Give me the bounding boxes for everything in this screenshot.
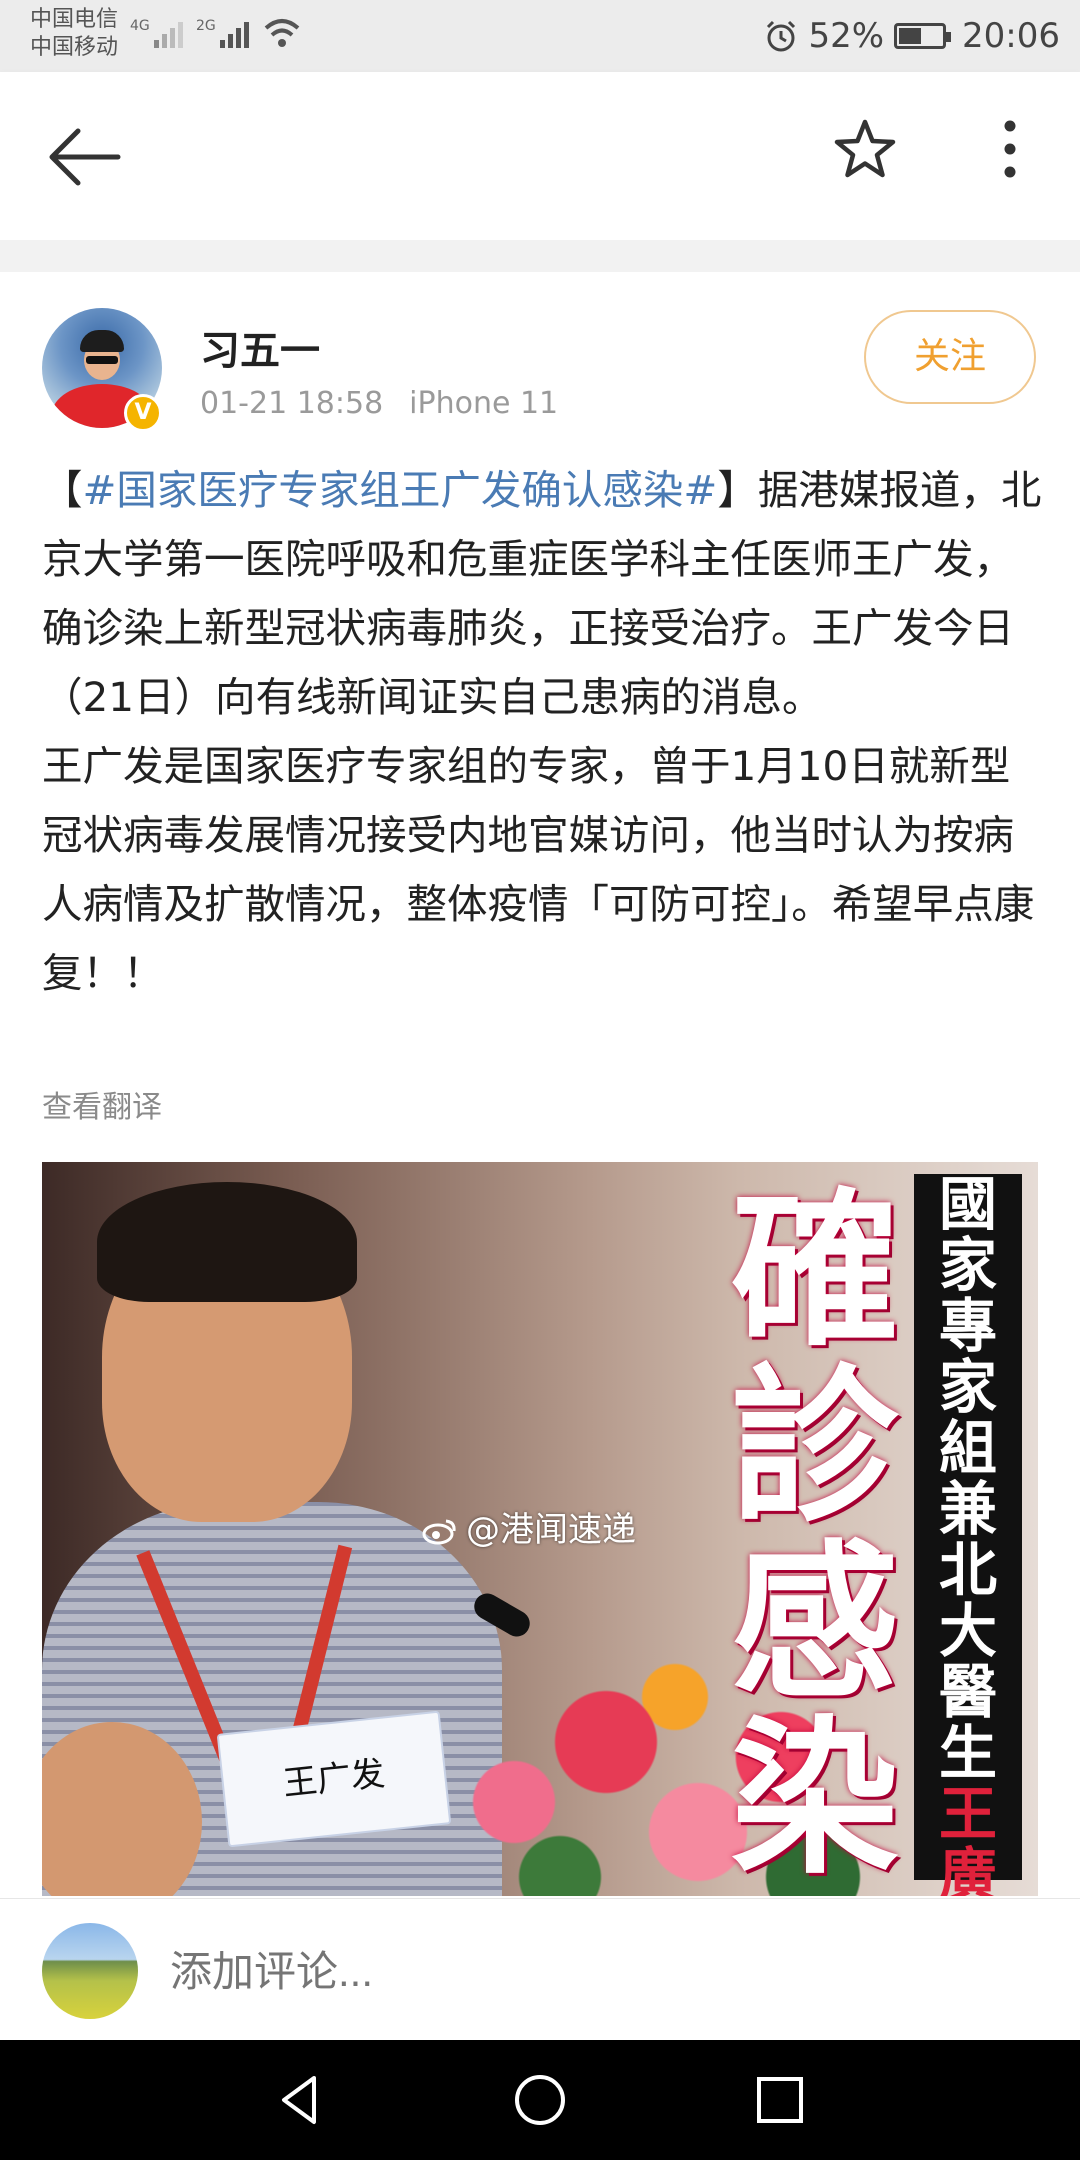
verified-badge-icon: V (124, 394, 162, 432)
nav-back-icon[interactable] (270, 2070, 330, 2130)
arrow-left-icon[interactable] (40, 122, 130, 192)
carrier-2: 中国移动 (30, 35, 119, 60)
system-nav-bar (0, 2040, 1080, 2160)
post-device: iPhone 11 (409, 386, 559, 421)
image-watermark-text: @港闻速递 (466, 1510, 636, 1550)
author-name[interactable]: 习五一 (200, 318, 320, 376)
net-1-label: 4G (130, 18, 150, 34)
image-watermark: @港闻速递 (422, 1502, 636, 1551)
image-headline-side-black: 國家專家組兼北大醫生 (938, 1170, 997, 1787)
user-avatar (42, 1923, 138, 2019)
image-headline-side: 國家專家組兼北大醫生王廣發 (914, 1174, 1022, 1896)
carrier-1: 中国电信 (30, 7, 119, 32)
image-nameplate: 王广发 (216, 1710, 452, 1848)
signal-2g-icon: 2G (196, 18, 249, 48)
more-vertical-icon[interactable] (985, 114, 1035, 184)
top-bar (0, 72, 1080, 240)
topic-bracket-open: 【 (42, 466, 83, 514)
comment-bar (0, 1898, 1080, 2041)
star-outline-icon[interactable] (830, 114, 900, 184)
nav-home-icon[interactable] (510, 2070, 570, 2130)
status-right: 52% 20:06 (764, 12, 1060, 60)
follow-button[interactable]: 关注 (864, 310, 1036, 404)
image-headline-side-red: 王廣發 (938, 1780, 997, 1897)
post-paragraph-2: 王广发是国家医疗专家组的专家，曾于1月10日就新型冠状病毒发展情况接受内地官媒访… (42, 742, 1035, 997)
post-body: 【#国家医疗专家组王广发确认感染#】据港媒报道，北京大学第一医院呼吸和危重症医学… (42, 456, 1042, 1008)
battery-percent: 52% (808, 16, 885, 56)
signal-4g-icon: 4G (130, 18, 183, 48)
net-2-label: 2G (196, 18, 216, 34)
post-date: 01-21 18:58 (200, 386, 384, 421)
comment-input[interactable] (168, 1939, 972, 2005)
wifi-icon (264, 19, 300, 47)
nav-recents-icon[interactable] (750, 2070, 810, 2130)
battery-icon (894, 23, 952, 49)
carrier-info: 中国电信 中国移动 (30, 6, 118, 62)
post-image[interactable]: 王广发 @港闻速递 確診感染 國家專家組兼北大醫生王廣發 (42, 1162, 1038, 1896)
translate-link[interactable]: 查看翻译 (42, 1082, 162, 1126)
weibo-icon (422, 1519, 456, 1545)
image-headline: 確診感染 (720, 1182, 910, 1886)
section-divider (0, 240, 1080, 272)
status-bar: 中国电信 中国移动 4G 2G 52% 20:06 (0, 0, 1080, 72)
topic-bracket-close: 】 (717, 466, 758, 514)
alarm-icon (767, 20, 796, 52)
clock: 20:06 (962, 16, 1060, 56)
topic-link[interactable]: #国家医疗专家组王广发确认感染# (83, 466, 718, 514)
post-meta: 01-21 18:58 iPhone 11 (200, 386, 558, 421)
